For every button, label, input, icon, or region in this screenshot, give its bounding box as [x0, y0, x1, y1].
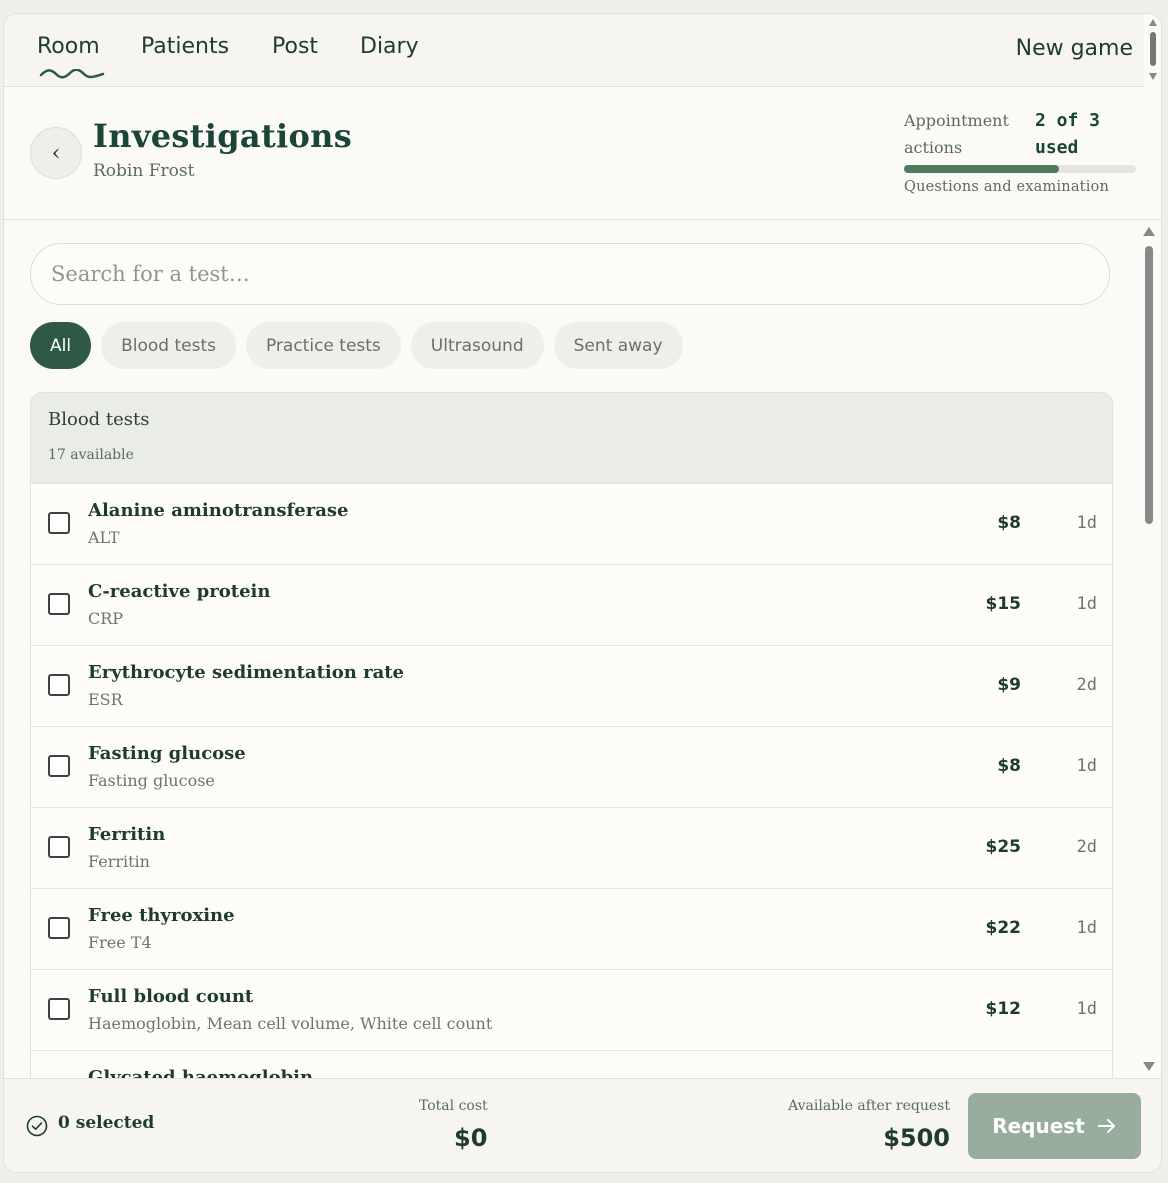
test-name: Alanine aminotransferase — [88, 500, 349, 521]
check-circle-icon — [26, 1115, 48, 1137]
test-abbrev: ALT — [88, 528, 120, 547]
total-cost-label: Total cost — [419, 1098, 488, 1114]
page-title: Investigations — [93, 117, 353, 155]
filter-practice-tests[interactable]: Practice tests — [245, 322, 401, 369]
test-checkbox[interactable] — [48, 674, 70, 696]
active-tab-underline — [39, 69, 105, 79]
test-turnaround: 1d — [1076, 594, 1097, 614]
test-checkbox[interactable] — [48, 917, 70, 939]
content-area: All Blood tests Practice tests Ultrasoun… — [4, 220, 1161, 1078]
tab-room[interactable]: Room — [37, 34, 100, 59]
test-row[interactable]: Glycated haemoglobin — [31, 1050, 1112, 1078]
filter-sent-away[interactable]: Sent away — [553, 322, 683, 369]
filter-chips: All Blood tests Practice tests Ultrasoun… — [30, 322, 683, 369]
group-header: Blood tests 17 available — [31, 393, 1112, 483]
test-abbrev: Haemoglobin, Mean cell volume, White cel… — [88, 1014, 493, 1033]
actions-progress-fill — [904, 165, 1059, 173]
app-window: Room Patients Post Diary New game ‹ Inve… — [3, 13, 1162, 1173]
patient-name: Robin Frost — [93, 161, 195, 181]
top-scrollbar[interactable] — [1147, 16, 1159, 82]
test-cost: $8 — [997, 513, 1021, 533]
test-name: Ferritin — [88, 824, 166, 845]
test-name: Fasting glucose — [88, 743, 246, 764]
test-cost: $25 — [985, 837, 1022, 857]
test-turnaround: 1d — [1076, 756, 1097, 776]
test-row[interactable]: Ferritin Ferritin $25 2d — [31, 807, 1112, 888]
test-turnaround: 1d — [1076, 918, 1097, 938]
progress-caption: Questions and examination — [904, 179, 1110, 195]
request-label: Request — [992, 1114, 1085, 1138]
request-button[interactable]: Request — [968, 1093, 1141, 1159]
test-name: C-reactive protein — [88, 581, 271, 602]
test-turnaround: 2d — [1076, 837, 1097, 857]
top-nav: Room Patients Post Diary — [4, 14, 1144, 87]
test-row[interactable]: Alanine aminotransferase ALT $8 1d — [31, 483, 1112, 564]
test-name: Erythrocyte sedimentation rate — [88, 662, 405, 683]
test-name: Free thyroxine — [88, 905, 235, 926]
test-checkbox[interactable] — [48, 512, 70, 534]
new-game-button[interactable]: New game — [1016, 36, 1133, 61]
test-turnaround: 1d — [1076, 513, 1097, 533]
test-abbrev: CRP — [88, 609, 124, 628]
filter-ultrasound[interactable]: Ultrasound — [410, 322, 544, 369]
test-checkbox[interactable] — [48, 755, 70, 777]
test-checkbox[interactable] — [48, 998, 70, 1020]
arrow-right-icon — [1097, 1119, 1115, 1133]
test-cost: $15 — [985, 594, 1022, 614]
page-header: ‹ Investigations Robin Frost Appointment… — [4, 87, 1161, 220]
appointment-actions-count: 2 of 3 used — [1035, 110, 1101, 158]
test-row[interactable]: Fasting glucose Fasting glucose $8 1d — [31, 726, 1112, 807]
appointment-actions-label: Appointment actions — [904, 111, 1009, 157]
test-turnaround: 1d — [1076, 999, 1097, 1019]
test-row[interactable]: C-reactive protein CRP $15 1d — [31, 564, 1112, 645]
test-row[interactable]: Erythrocyte sedimentation rate ESR $9 2d — [31, 645, 1112, 726]
content-scrollbar[interactable] — [1142, 222, 1156, 1077]
test-name: Full blood count — [88, 986, 254, 1007]
test-name: Glycated haemoglobin — [88, 1067, 314, 1078]
total-cost-value: $0 — [454, 1124, 488, 1152]
test-turnaround: 2d — [1076, 675, 1097, 695]
test-row[interactable]: Full blood count Haemoglobin, Mean cell … — [31, 969, 1112, 1050]
test-checkbox[interactable] — [48, 836, 70, 858]
footer-bar: 0 selected Total cost $0 Available after… — [4, 1078, 1161, 1172]
test-cost: $9 — [997, 675, 1021, 695]
test-cost: $8 — [997, 756, 1021, 776]
test-row[interactable]: Free thyroxine Free T4 $22 1d — [31, 888, 1112, 969]
available-label: Available after request — [788, 1098, 950, 1114]
tab-patients[interactable]: Patients — [141, 34, 229, 59]
group-title: Blood tests — [48, 409, 150, 430]
test-abbrev: Free T4 — [88, 933, 152, 952]
selected-count: 0 selected — [58, 1113, 155, 1133]
test-cost: $22 — [985, 918, 1022, 938]
tab-diary[interactable]: Diary — [360, 34, 419, 59]
group-count: 17 available — [48, 447, 134, 463]
tab-post[interactable]: Post — [272, 34, 318, 59]
available-value: $500 — [883, 1124, 950, 1152]
search-input[interactable] — [30, 243, 1110, 305]
test-group-blood: Blood tests 17 available Alanine aminotr… — [30, 392, 1113, 1078]
test-checkbox[interactable] — [48, 593, 70, 615]
back-button[interactable]: ‹ — [30, 127, 82, 179]
filter-all[interactable]: All — [30, 322, 92, 369]
filter-blood-tests[interactable]: Blood tests — [101, 322, 236, 369]
test-abbrev: ESR — [88, 690, 123, 709]
test-abbrev: Fasting glucose — [88, 771, 215, 790]
test-cost: $12 — [985, 999, 1022, 1019]
actions-progress-bar — [904, 165, 1136, 173]
chevron-left-icon: ‹ — [51, 140, 61, 166]
test-abbrev: Ferritin — [88, 852, 150, 871]
